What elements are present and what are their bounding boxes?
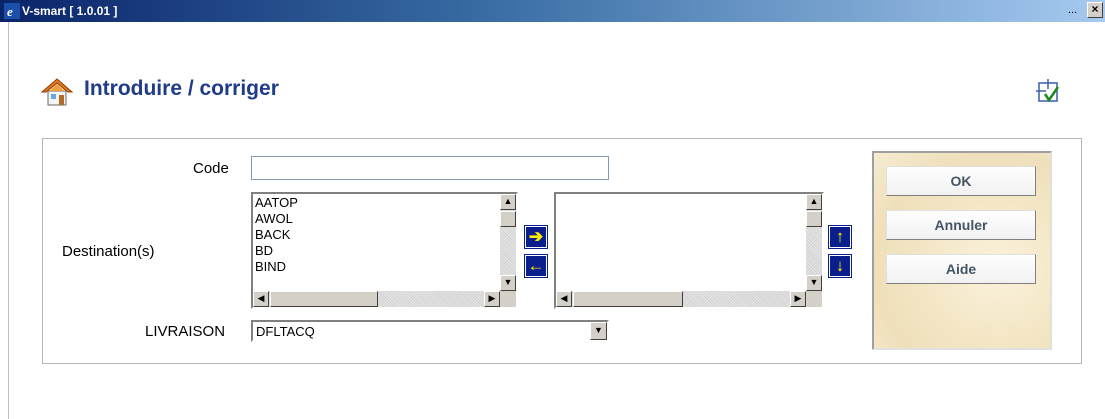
scroll-down-icon[interactable]: ▼ [500,275,516,291]
code-input[interactable] [251,156,609,180]
frame-border [8,22,9,419]
close-button[interactable]: × [1087,2,1103,18]
scroll-thumb[interactable] [806,211,822,227]
selected-destinations-list[interactable]: ▲ ▼ ◀ ▶ [554,192,824,309]
code-label: Code [193,160,229,177]
destination-label: Destination(s) [62,243,155,260]
list-item[interactable]: AWOL [255,211,298,227]
ok-button[interactable]: OK [886,166,1036,196]
scroll-right-icon[interactable]: ▶ [484,291,500,307]
chevron-down-icon[interactable]: ▼ [590,322,607,340]
livraison-label: LIVRAISON [145,323,226,340]
arrow-up-icon: ↑ [835,227,845,246]
list-item[interactable]: BD [255,243,298,259]
svg-text:e: e [7,4,13,19]
scroll-corner [806,291,822,307]
scroll-down-icon[interactable]: ▼ [806,275,822,291]
scroll-thumb[interactable] [500,211,516,227]
scroll-thumb[interactable] [573,291,683,307]
add-destination-button[interactable]: ➔ [524,225,548,249]
move-up-button[interactable]: ↑ [828,225,852,249]
vertical-scrollbar[interactable]: ▲ ▼ [806,194,822,291]
home-icon[interactable] [40,77,74,107]
list-item[interactable]: BACK [255,227,298,243]
list-item[interactable]: BIND [255,259,298,275]
window-menu-dots[interactable]: ... [1068,4,1077,16]
remove-destination-button[interactable]: ← [524,254,548,278]
livraison-value: DFLTACQ [256,324,315,339]
page-title: Introduire / corriger [84,77,279,100]
window-title: V-smart [ 1.0.01 ] [22,4,118,18]
arrow-left-icon: ← [527,256,545,275]
scroll-corner [500,291,516,307]
move-down-button[interactable]: ↓ [828,254,852,278]
scroll-up-icon[interactable]: ▲ [806,194,822,210]
arrow-right-icon: ➔ [528,227,544,246]
available-items: AATOP AWOL BACK BD BIND [255,195,298,275]
list-item[interactable]: AATOP [255,195,298,211]
livraison-select[interactable]: DFLTACQ ▼ [251,320,609,342]
vertical-scrollbar[interactable]: ▲ ▼ [500,194,516,291]
horizontal-scrollbar[interactable]: ◀ ▶ [556,291,806,307]
available-destinations-list[interactable]: AATOP AWOL BACK BD BIND ▲ ▼ ◀ ▶ [251,192,518,309]
close-icon: × [1091,2,1099,16]
scroll-thumb[interactable] [270,291,378,307]
scroll-right-icon[interactable]: ▶ [790,291,806,307]
cancel-button[interactable]: Annuler [886,210,1036,240]
horizontal-scrollbar[interactable]: ◀ ▶ [253,291,500,307]
window-titlebar: e V-smart [ 1.0.01 ] ... × [0,0,1105,22]
app-e-icon: e [4,3,20,19]
scroll-up-icon[interactable]: ▲ [500,194,516,210]
scroll-left-icon[interactable]: ◀ [556,291,572,307]
help-button[interactable]: Aide [886,254,1036,284]
scroll-left-icon[interactable]: ◀ [253,291,269,307]
layout-icon[interactable] [1036,79,1060,105]
arrow-down-icon: ↓ [835,256,845,275]
